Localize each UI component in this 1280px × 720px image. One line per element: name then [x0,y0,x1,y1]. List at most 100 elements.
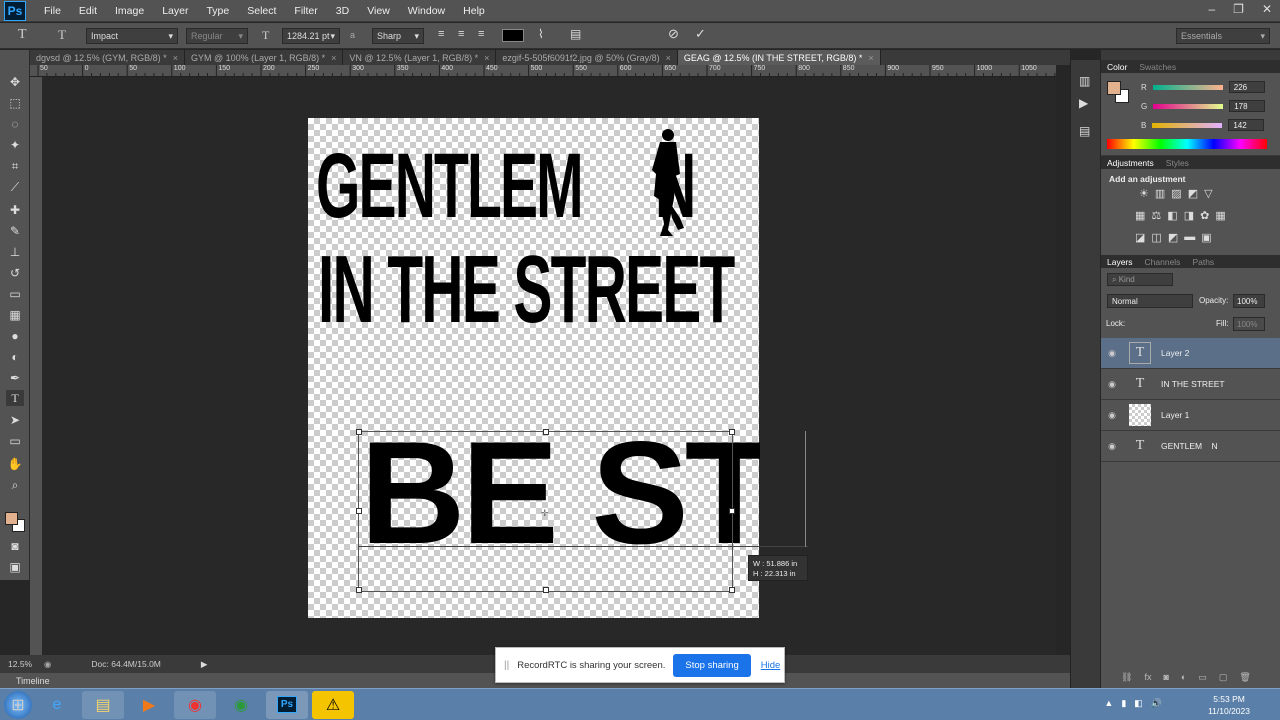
pen-tool-icon[interactable]: ✒ [6,370,24,386]
visibility-eye-icon[interactable]: ◉ [1101,441,1123,452]
grip-icon[interactable]: || [504,660,509,671]
stop-sharing-button[interactable]: Stop sharing [673,653,751,677]
photoshop-taskbar-icon[interactable]: Ps [266,690,308,719]
transform-handle[interactable] [729,508,735,514]
system-tray-icons[interactable]: ▲▮◧🔊 [1104,698,1170,709]
visibility-eye-icon[interactable]: ◉ [1101,379,1123,390]
doc-tab[interactable]: GYM @ 100% (Layer 1, RGB/8) * × [185,50,344,65]
fx-icon[interactable]: fx [1144,672,1151,683]
chrome-icon[interactable]: ◉ [220,691,262,719]
layer-row[interactable]: ◉ Layer 1 [1101,400,1280,431]
minimize-icon[interactable]: – [1208,2,1215,16]
character-panel-icon[interactable]: ▤ [570,27,581,41]
brush-tool-icon[interactable]: ✎ [6,223,24,239]
chrome-icon[interactable]: ◉ [174,690,216,719]
doc-tab[interactable]: dgvsd @ 12.5% (GYM, RGB/8) * × [30,50,185,65]
menu-select[interactable]: Select [247,5,276,17]
history-panel-icon[interactable]: ▥ [1079,74,1090,88]
invert-icon[interactable]: ◪ [1135,231,1145,244]
dodge-tool-icon[interactable]: ◐ [6,349,24,365]
layer-row[interactable]: ◉ T GENTLEM N [1101,431,1280,462]
close-icon[interactable]: × [666,53,671,63]
fill-input[interactable]: 100% [1233,317,1265,331]
align-left-icon[interactable]: ≡ [438,28,444,40]
adjustment-layer-icon[interactable]: ◐ [1181,672,1186,683]
file-explorer-icon[interactable]: ▤ [82,690,124,719]
lasso-tool-icon[interactable]: ◌ [6,116,24,132]
transform-handle[interactable] [356,587,362,593]
zoom-level[interactable]: 12.5% [8,659,38,669]
color-lookup-icon[interactable]: ▦ [1215,209,1225,222]
mask-icon[interactable]: ◙ [1163,672,1168,683]
tab-color[interactable]: Color [1101,62,1133,72]
hue-saturation-icon[interactable]: ▦ [1135,209,1145,222]
menu-window[interactable]: Window [408,5,445,17]
warning-icon[interactable]: ⚠ [312,690,354,719]
close-icon[interactable]: × [484,53,489,63]
commit-icon[interactable]: ✓ [695,26,706,42]
eyedropper-tool-icon[interactable]: ⟋ [6,179,24,195]
font-family-select[interactable]: Impact ▾ [86,28,178,44]
transform-handle[interactable] [543,429,549,435]
transform-handle[interactable] [729,429,735,435]
font-style-select[interactable]: Regular ▾ [186,28,248,44]
canvas-area[interactable]: GENTLEM N IN THE STREET BE ST ✛ W : 51.88… [42,77,1056,655]
clone-stamp-tool-icon[interactable]: ⊥ [6,244,24,260]
gradient-tool-icon[interactable]: ▦ [6,307,24,323]
align-center-icon[interactable]: ≡ [458,28,464,40]
close-icon[interactable]: ✕ [1262,2,1272,16]
blue-slider[interactable] [1152,122,1223,128]
properties-panel-icon[interactable]: ▤ [1079,124,1090,138]
selective-color-icon[interactable]: ▣ [1201,231,1211,244]
transform-handle[interactable] [729,587,735,593]
menu-edit[interactable]: Edit [79,5,97,17]
shape-tool-icon[interactable]: ▭ [6,433,24,449]
blend-mode-select[interactable]: Normal [1107,294,1193,308]
menu-layer[interactable]: Layer [162,5,188,17]
history-brush-tool-icon[interactable]: ↺ [6,265,24,281]
marquee-tool-icon[interactable]: ⬚ [6,95,24,111]
tab-layers[interactable]: Layers [1101,257,1139,267]
crop-tool-icon[interactable]: ⌗ [6,158,24,174]
photo-filter-icon[interactable]: ◨ [1184,209,1194,222]
blur-tool-icon[interactable]: ● [6,328,24,344]
media-player-icon[interactable]: ▶ [128,691,170,719]
opacity-input[interactable]: 100% [1233,294,1265,308]
color-balance-icon[interactable]: ⚖ [1151,209,1161,222]
text-orientation-icon[interactable]: T [58,27,66,43]
brightness-icon[interactable]: ☀ [1139,187,1149,200]
align-right-icon[interactable]: ≡ [478,28,484,40]
trash-icon[interactable]: 🗑 [1239,672,1250,683]
status-icon[interactable]: ◉ [44,659,51,670]
menu-file[interactable]: File [44,5,61,17]
menu-help[interactable]: Help [463,5,485,17]
close-icon[interactable]: × [173,53,178,63]
channel-mixer-icon[interactable]: ✿ [1200,209,1209,222]
quick-mask-icon[interactable]: ◙ [6,538,24,554]
move-tool-icon[interactable]: ✥ [6,74,24,90]
cancel-icon[interactable]: ⊘ [668,26,679,42]
font-size-input[interactable]: 1284.21 pt ▾ [282,28,340,44]
transform-bounding-box[interactable]: ✛ [356,429,735,593]
gradient-map-icon[interactable]: ▬ [1184,231,1195,244]
posterize-icon[interactable]: ◫ [1151,231,1161,244]
green-input[interactable]: 178 [1229,100,1266,112]
threshold-icon[interactable]: ◩ [1168,231,1178,244]
menu-type[interactable]: Type [206,5,229,17]
visibility-eye-icon[interactable]: ◉ [1101,410,1123,421]
play-icon[interactable]: ▶ [201,659,208,670]
color-spectrum[interactable] [1107,139,1267,149]
layer-row[interactable]: ◉ T IN THE STREET [1101,369,1280,400]
blue-input[interactable]: 142 [1228,119,1265,131]
menu-filter[interactable]: Filter [294,5,317,17]
transform-handle[interactable] [356,429,362,435]
curves-icon[interactable]: ▨ [1171,187,1181,200]
new-layer-icon[interactable]: ▢ [1219,672,1228,683]
magic-wand-tool-icon[interactable]: ✦ [6,137,24,153]
internet-explorer-icon[interactable]: e [36,691,78,719]
foreground-color-swatch[interactable] [5,512,18,525]
visibility-eye-icon[interactable]: ◉ [1101,348,1123,359]
type-tool-icon[interactable]: T [18,27,27,43]
layer-filter-select[interactable]: ⌕ Kind [1107,273,1173,286]
text-color-swatch[interactable] [502,29,524,42]
